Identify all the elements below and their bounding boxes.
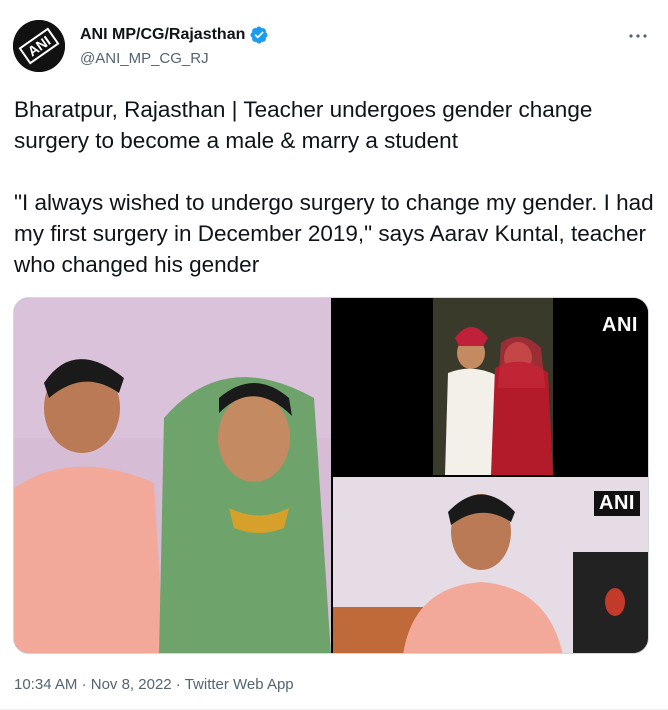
tweet-date[interactable]: Nov 8, 2022 bbox=[91, 676, 172, 693]
author-display-name[interactable]: ANI MP/CG/Rajasthan bbox=[80, 26, 245, 44]
couple-photo[interactable] bbox=[14, 298, 331, 653]
tweet-time[interactable]: 10:34 AM bbox=[14, 676, 77, 693]
tweet-card: ANI ANI MP/CG/Rajasthan @ANI_MP_CG_RJ Bh… bbox=[0, 0, 668, 710]
tweet-text: Bharatpur, Rajasthan | Teacher undergoes… bbox=[14, 97, 654, 277]
author-name-row[interactable]: ANI MP/CG/Rajasthan bbox=[80, 25, 269, 45]
wedding-photo[interactable]: ANI bbox=[333, 298, 648, 475]
interview-photo[interactable]: ANI bbox=[333, 477, 648, 653]
watermark-top-right: ANI bbox=[602, 314, 638, 336]
tweet-source[interactable]: Twitter Web App bbox=[185, 676, 294, 693]
author-avatar[interactable]: ANI bbox=[13, 20, 65, 72]
watermark-bottom-right: ANI bbox=[594, 491, 640, 516]
tweet-meta: 10:34 AM · Nov 8, 2022 · Twitter Web App bbox=[14, 676, 294, 693]
media-grid: ANI ANI bbox=[13, 297, 649, 654]
meta-separator: · bbox=[175, 676, 181, 693]
author-handle[interactable]: @ANI_MP_CG_RJ bbox=[80, 50, 209, 67]
meta-separator: · bbox=[81, 676, 87, 693]
more-horizontal-icon[interactable] bbox=[626, 24, 650, 48]
verified-badge-icon bbox=[249, 25, 269, 45]
